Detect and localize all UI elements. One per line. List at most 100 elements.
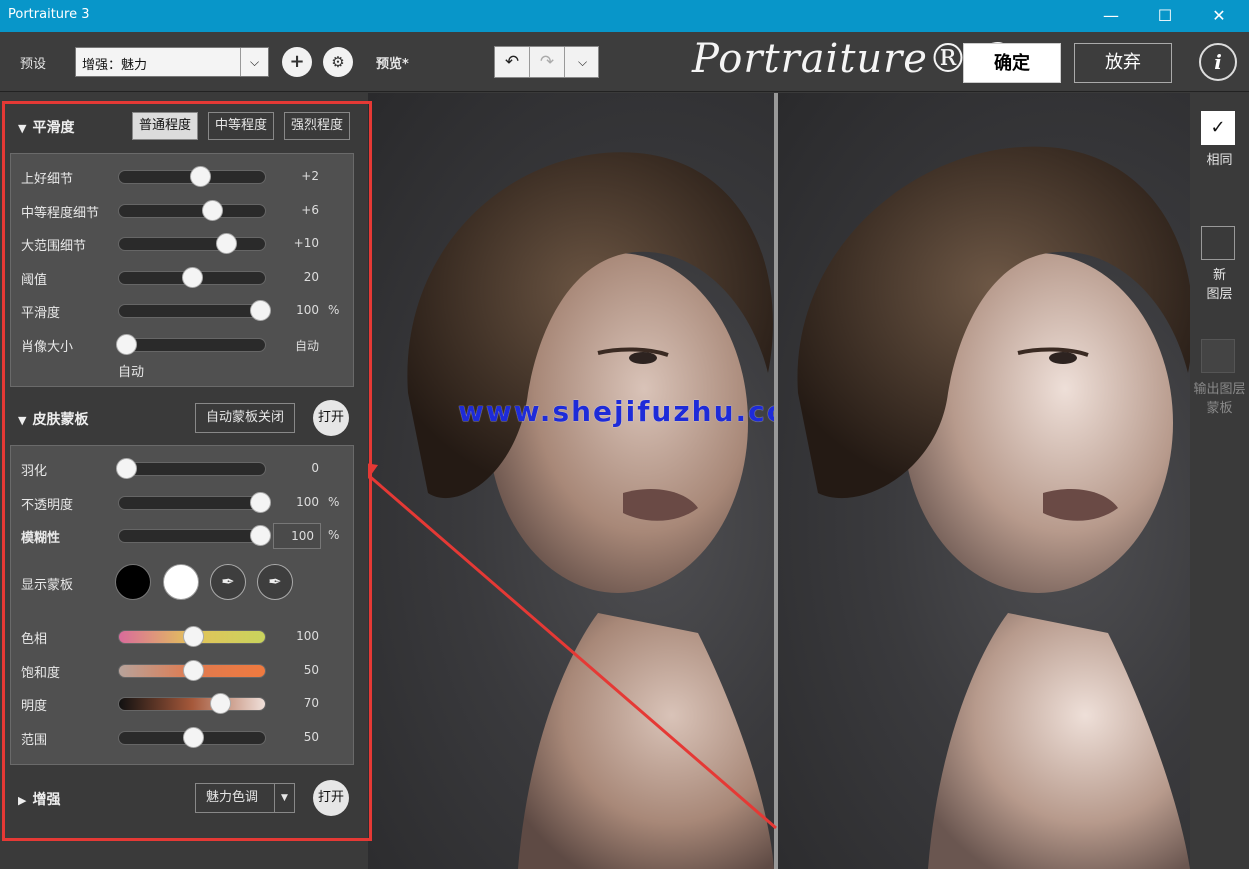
mask-color-label-2: 明度 — [21, 699, 48, 714]
skin-mask-value-input-2[interactable]: 100 — [273, 523, 321, 549]
smoothing-slider-1[interactable] — [118, 199, 266, 221]
white-swatch[interactable] — [163, 564, 199, 600]
skin-mask-group: 羽化 0 不透明度 100% 模糊性 100% 显示蒙板 ✒ ✒ 色相 100 饱和度 50 明度… — [10, 445, 354, 765]
mask-color-slider-2[interactable] — [118, 693, 266, 714]
triangle-right-icon: ▶ — [18, 794, 27, 807]
smoothing-slider-4[interactable] — [118, 300, 271, 321]
mask-color-slider-handle-3[interactable] — [183, 726, 204, 748]
add-preset-button[interactable]: + — [282, 47, 312, 77]
eyedropper-icon[interactable]: ✒ — [210, 564, 246, 600]
skin-mask-title: 皮肤蒙板 — [32, 412, 89, 428]
eyedropper-add-icon[interactable]: ✒ — [257, 564, 293, 600]
info-icon[interactable]: i — [1199, 43, 1237, 81]
annotation-arrow — [368, 463, 777, 830]
mask-color-value-3: 50 — [303, 729, 319, 744]
skin-mask-value-0: 0 — [311, 461, 319, 475]
auto-mask-button[interactable]: 自动蒙板关闭 — [195, 403, 295, 433]
smoothing-slider-5[interactable] — [116, 333, 266, 355]
black-swatch[interactable] — [115, 564, 151, 600]
smoothing-label-3: 阈值 — [21, 272, 48, 288]
mode-medium-button[interactable]: 中等程度 — [208, 112, 274, 140]
skin-mask-slider-2[interactable] — [118, 525, 271, 546]
smoothing-value-4: 100 — [296, 303, 319, 317]
smoothing-label-1: 中等程度细节 — [21, 205, 100, 221]
smoothing-slider-handle-5[interactable] — [116, 333, 138, 355]
smoothing-value-0: +2 — [301, 169, 319, 183]
redo-icon[interactable]: ↷ — [530, 47, 565, 77]
smoothing-slider-0[interactable] — [118, 166, 266, 187]
control-panel: ▼ 平滑度 普通程度 中等程度 强烈程度 上好细节 +2 中等程度细节 +6 大范围细节 +… — [0, 93, 368, 869]
enhance-preset-dropdown[interactable]: 魅力色调 ▼ — [195, 783, 295, 813]
chevron-down-icon[interactable]: ⌵ — [240, 48, 268, 76]
maximize-icon[interactable]: ☐ — [1150, 4, 1180, 28]
output-options: ✓ 相同 新 图层 输出图层 蒙板 — [1190, 93, 1249, 869]
chevron-down-icon[interactable]: ▼ — [274, 784, 294, 812]
preset-dropdown[interactable]: 增强：魅力 ⌵ — [75, 47, 269, 77]
skin-mask-section-header[interactable]: ▼ 皮肤蒙板 — [18, 409, 88, 429]
triangle-down-icon: ▼ — [18, 122, 27, 135]
ok-button[interactable]: 确定 — [963, 43, 1061, 83]
skin-mask-slider-0[interactable] — [116, 458, 266, 479]
skin-mask-label-2: 模糊性 — [21, 531, 61, 546]
smoothing-slider-handle-1[interactable] — [202, 199, 224, 221]
output-mask-checkbox[interactable] — [1201, 339, 1235, 373]
preview-label[interactable]: 预览* — [376, 53, 409, 72]
skin-mask-unit-2: % — [328, 528, 340, 542]
smoothing-title: 平滑度 — [32, 120, 75, 136]
close-icon[interactable]: ✕ — [1204, 4, 1234, 28]
enhance-preset-value: 魅力色调 — [206, 790, 259, 805]
mask-color-value-0: 100 — [296, 629, 319, 643]
output-mask-label-2: 蒙板 — [1206, 401, 1233, 416]
smoothing-slider-2[interactable] — [118, 233, 266, 254]
window-title: Portraiture 3 — [8, 7, 90, 22]
title-bar: Portraiture 3 — ☐ ✕ — [0, 0, 1249, 32]
smoothing-slider-handle-2[interactable] — [215, 233, 237, 254]
mode-strong-button[interactable]: 强烈程度 — [284, 112, 350, 140]
smoothing-label-5: 肖像大小 — [21, 339, 74, 355]
smoothing-label-0: 上好细节 — [21, 172, 74, 187]
portraiture-logo: Portraiture® 3 — [692, 36, 1010, 82]
mask-color-slider-handle-1[interactable] — [183, 659, 204, 681]
smoothing-slider-handle-0[interactable] — [190, 166, 212, 187]
smoothing-label-2: 大范围细节 — [21, 239, 87, 254]
skin-mask-open-button[interactable]: 打开 — [313, 400, 349, 436]
skin-mask-slider-1[interactable] — [118, 491, 271, 513]
preset-label: 预设 — [20, 57, 47, 72]
skin-mask-slider-handle-1[interactable] — [249, 491, 271, 513]
same-label: 相同 — [1206, 153, 1233, 168]
undo-icon[interactable]: ↶ — [495, 47, 530, 77]
smoothing-unit-4: % — [328, 303, 340, 317]
show-mask-label: 显示蒙板 — [21, 578, 74, 593]
smoothing-slider-handle-3[interactable] — [181, 266, 203, 288]
smoothing-section-header[interactable]: ▼ 平滑度 — [18, 117, 74, 137]
skin-mask-label-1: 不透明度 — [21, 497, 74, 513]
plus-icon: + — [289, 51, 305, 72]
gear-icon: ⚙ — [331, 53, 345, 71]
preview-area[interactable]: www.shejifuzhu.com — [368, 93, 1190, 869]
smoothing-value-2: +10 — [293, 236, 319, 250]
mask-color-value-2: 70 — [303, 696, 319, 710]
mask-color-slider-0[interactable] — [118, 626, 266, 647]
minimize-icon[interactable]: — — [1096, 4, 1126, 28]
mask-color-slider-1[interactable] — [118, 659, 266, 681]
skin-mask-unit-1: % — [328, 494, 340, 509]
skin-mask-label-0: 羽化 — [21, 464, 48, 479]
history-chevron-down-icon[interactable]: ⌵ — [565, 47, 600, 77]
same-checkbox[interactable]: ✓ — [1201, 111, 1235, 145]
mask-color-slider-handle-0[interactable] — [183, 626, 204, 647]
toolbar: 预设 增强：魅力 ⌵ + ⚙ 预览* ↶ ↷ ⌵ Portraiture® 3 … — [0, 32, 1249, 92]
mask-color-slider-handle-2[interactable] — [209, 693, 231, 714]
enhance-section-header[interactable]: ▶ 增强 — [18, 789, 60, 809]
cancel-button[interactable]: 放弃 — [1074, 43, 1172, 83]
skin-mask-slider-handle-2[interactable] — [249, 525, 271, 546]
mask-color-label-1: 饱和度 — [21, 665, 61, 681]
mask-color-slider-3[interactable] — [118, 726, 266, 748]
skin-mask-slider-handle-0[interactable] — [116, 458, 138, 479]
smoothing-slider-handle-4[interactable] — [249, 300, 271, 321]
triangle-down-icon: ▼ — [18, 414, 27, 427]
preset-settings-button[interactable]: ⚙ — [323, 47, 353, 77]
smoothing-slider-3[interactable] — [118, 266, 266, 288]
mode-normal-button[interactable]: 普通程度 — [132, 112, 198, 140]
enhance-open-button[interactable]: 打开 — [313, 780, 349, 816]
new-layer-checkbox[interactable] — [1201, 226, 1235, 260]
